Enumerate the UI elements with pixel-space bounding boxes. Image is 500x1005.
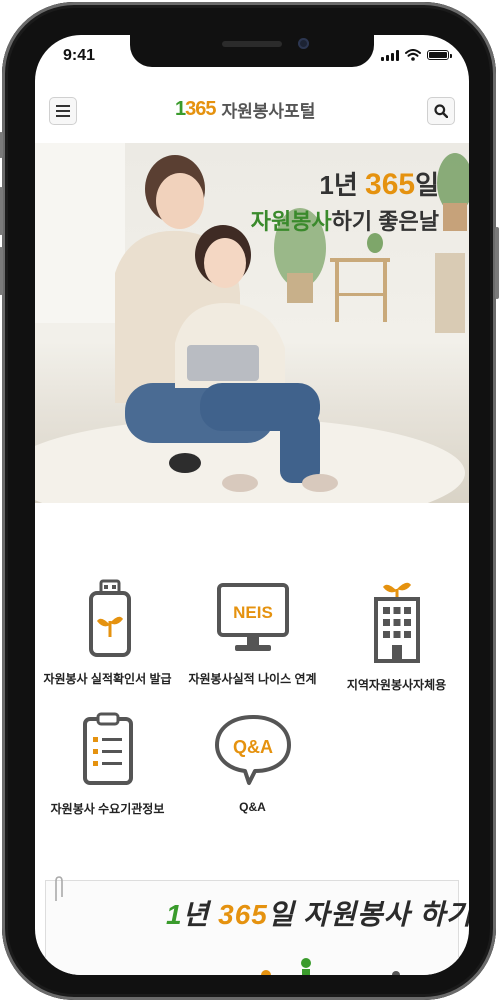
qa-speech-bubble-icon: Q&A — [214, 715, 291, 785]
hero-slogan-line2: 자원봉사하기 좋은날 — [251, 204, 439, 236]
menu-item-agency-info[interactable]: 자원봉사 수요기관정보 — [35, 711, 180, 817]
neis-monitor-icon: NEIS — [216, 583, 289, 651]
app-header: 1365 자원봉사포털 — [35, 93, 469, 141]
menu-item-label: Q&A — [239, 800, 266, 814]
site-logo[interactable]: 1365 자원봉사포털 — [175, 97, 335, 122]
wifi-icon — [405, 49, 421, 61]
hero-slogan: 1년 365일 자원봉사하기 좋은날 — [251, 165, 439, 236]
menu-item-label: 지역자원봉사자체용 — [346, 678, 447, 692]
menu-item-label: 자원봉사 실적확인서 발급 — [43, 672, 172, 686]
hero-line1-number: 365 — [365, 168, 416, 201]
menu-item-label: 자원봉사 수요기관정보 — [50, 802, 165, 816]
neis-text: NEIS — [233, 603, 273, 622]
menu-item-certificate[interactable]: 자원봉사 실적확인서 발급 — [35, 577, 180, 687]
building-sprout-icon — [373, 582, 420, 663]
menu-button[interactable] — [49, 97, 77, 125]
signal-icon — [381, 49, 399, 61]
paperclip-icon — [55, 876, 63, 901]
status-icons — [381, 49, 452, 61]
volume-up-button — [0, 187, 3, 235]
speaker-grille — [222, 41, 282, 47]
menu-item-regional[interactable]: 지역자원봉사자체용 — [324, 577, 469, 693]
battery-icon — [427, 50, 452, 60]
logo-number: 1365 — [175, 98, 217, 120]
qa-icon-text: Q&A — [233, 737, 273, 757]
notch — [130, 35, 374, 67]
status-time: 9:41 — [63, 47, 96, 64]
power-button — [495, 227, 499, 299]
hero-slogan-line1: 1년 365일 — [251, 165, 439, 202]
menu-item-qa[interactable]: Q&A Q&A — [180, 711, 325, 814]
clipboard-list-icon — [82, 712, 133, 785]
hero-line1-suffix: 일 — [415, 170, 439, 200]
volume-down-button — [0, 247, 3, 295]
banner-word1: 년 — [182, 899, 219, 930]
menu-item-neis[interactable]: NEIS 자원봉사실적 나이스 연계 — [180, 577, 325, 687]
menu-item-label: 자원봉사실적 나이스 연계 — [188, 672, 317, 686]
usb-sprout-icon — [88, 579, 131, 657]
logo-text: 자원봉사포털 — [221, 102, 316, 121]
mute-switch — [0, 132, 3, 158]
hero-banner[interactable]: 1년 365일 자원봉사하기 좋은날 — [35, 143, 469, 503]
volunteer-people-illustration — [261, 958, 400, 975]
search-button[interactable] — [427, 97, 455, 125]
banner-number: 365 — [218, 899, 268, 930]
hero-line1-prefix: 1년 — [319, 170, 366, 200]
banner-prefix: 1 — [166, 899, 183, 930]
hamburger-icon — [56, 105, 70, 117]
promo-banner[interactable]: 1년 365일 자원봉사 하기 — [45, 876, 469, 975]
search-icon — [434, 104, 448, 118]
phone-frame: 9:41 1365 자원봉사포털 1년 365일 자원봉사하기 좋은날 자원봉사… — [0, 2, 499, 1000]
banner-word2: 일 자원봉사 하기 — [267, 899, 469, 930]
hero-line2-rest: 하기 좋은날 — [331, 209, 439, 234]
front-camera — [298, 38, 309, 49]
hero-line2-highlight: 자원봉사 — [250, 209, 332, 234]
banner-slogan: 1년 365일 자원봉사 하기 — [166, 893, 469, 933]
phone-screen: 9:41 1365 자원봉사포털 1년 365일 자원봉사하기 좋은날 자원봉사… — [35, 35, 469, 975]
